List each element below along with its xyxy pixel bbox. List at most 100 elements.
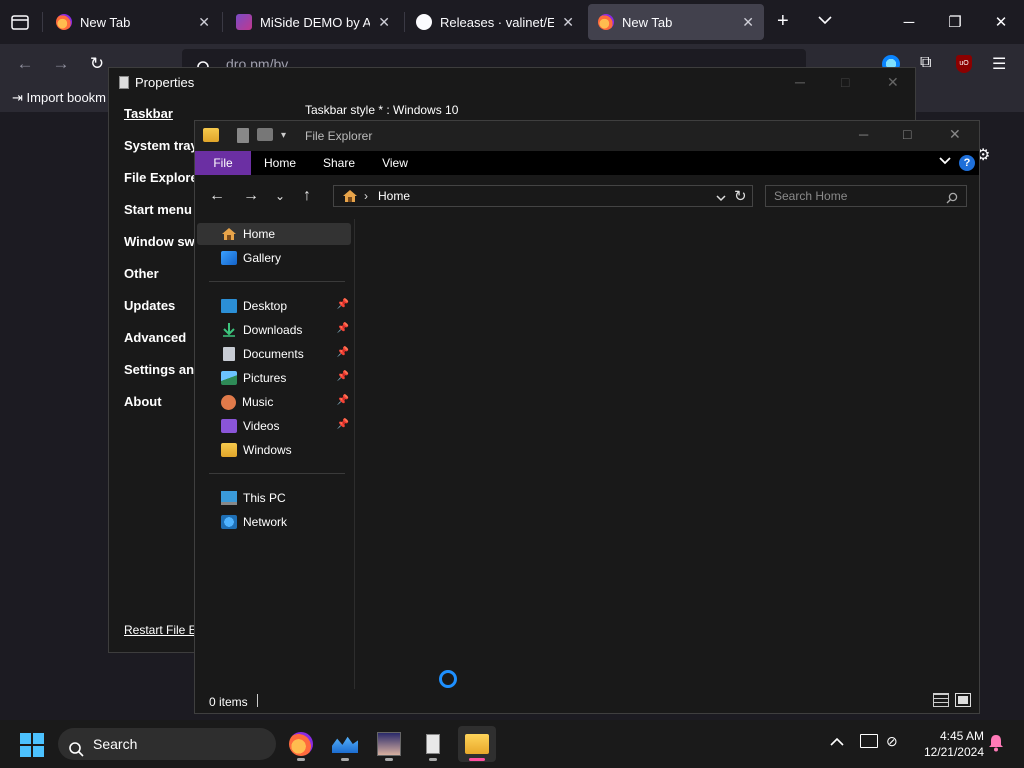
nav-other[interactable]: Other — [124, 266, 159, 281]
pin-icon[interactable]: 📌 — [337, 395, 349, 406]
pin-icon[interactable]: 📌 — [337, 347, 349, 358]
import-bookmarks-link[interactable]: ⇥ Import bookm — [12, 90, 106, 106]
nav-item-windows[interactable]: Windows — [197, 439, 351, 461]
list-all-tabs-button[interactable] — [818, 14, 832, 28]
recent-locations-icon[interactable]: ⌄ — [275, 189, 285, 203]
address-dropdown-icon[interactable] — [716, 191, 726, 205]
explorer-close-button[interactable]: ✕ — [949, 126, 961, 143]
taskbar-search-box[interactable]: Search — [58, 728, 276, 760]
close-tab-icon[interactable]: ✕ — [562, 14, 574, 31]
firefox-icon — [289, 732, 313, 756]
network-status-icon[interactable]: ⊘ — [886, 733, 898, 750]
videos-icon — [221, 419, 237, 433]
explorer-ribbon: File Home Share View ? — [195, 151, 979, 175]
nav-item-pictures[interactable]: Pictures 📌 — [197, 367, 351, 389]
back-icon[interactable]: ← — [12, 52, 38, 76]
browser-tab-4[interactable]: New Tab ✕ — [588, 4, 764, 40]
reload-icon[interactable]: ↻ — [84, 52, 110, 76]
properties-close-button[interactable]: ✕ — [887, 74, 899, 91]
system-clock[interactable]: 4:45 AM 12/21/2024 — [918, 728, 984, 760]
folder-icon — [465, 734, 489, 754]
nav-item-music[interactable]: Music 📌 — [197, 391, 351, 413]
tab-title: Releases · valinet/Explo — [440, 14, 555, 30]
address-bar[interactable]: › Home ↻ — [333, 185, 753, 207]
taskbar-app-file-explorer[interactable] — [458, 726, 496, 762]
explorer-maximize-button[interactable]: □ — [903, 126, 911, 142]
browser-tab-2[interactable]: MiSide DEMO by Aihas ✕ — [226, 4, 400, 40]
taskbar-style-setting[interactable]: Taskbar style * : Windows 10 — [305, 103, 458, 117]
pin-icon[interactable]: 📌 — [337, 419, 349, 430]
taskbar-app-firefox[interactable] — [282, 726, 320, 762]
details-view-icon[interactable] — [933, 693, 949, 707]
import-icon: ⇥ — [12, 90, 23, 105]
ribbon-tab-view[interactable]: View — [375, 151, 415, 175]
nav-item-label: Desktop — [243, 299, 288, 313]
notification-bell-icon[interactable] — [988, 734, 1004, 755]
nav-item-gallery[interactable]: Gallery — [197, 247, 351, 269]
properties-app-icon — [426, 734, 440, 754]
taskbar-app-avatar[interactable] — [370, 726, 408, 762]
nav-item-videos[interactable]: Videos 📌 — [197, 415, 351, 437]
extensions-icon[interactable]: ⧉ — [920, 54, 931, 72]
close-tab-icon[interactable]: ✕ — [198, 14, 210, 31]
help-icon[interactable]: ? — [959, 155, 975, 171]
new-folder-qat-icon[interactable] — [257, 128, 273, 141]
folder-icon — [221, 443, 237, 457]
ribbon-expand-icon[interactable] — [939, 155, 951, 169]
nav-taskbar[interactable]: Taskbar — [124, 106, 173, 121]
properties-minimize-button[interactable]: ─ — [795, 74, 805, 90]
nav-item-desktop[interactable]: Desktop 📌 — [197, 295, 351, 317]
start-button-windows-icon[interactable] — [20, 733, 44, 760]
nav-about[interactable]: About — [124, 394, 162, 409]
ribbon-tab-file[interactable]: File — [195, 151, 251, 175]
home-icon — [342, 189, 358, 206]
large-icons-view-icon[interactable] — [955, 693, 971, 707]
show-hidden-icons-icon[interactable] — [830, 736, 844, 750]
search-placeholder: Search Home — [774, 189, 848, 203]
up-icon[interactable]: ↑ — [303, 187, 311, 205]
nav-updates[interactable]: Updates — [124, 298, 175, 313]
new-tab-button[interactable]: + — [777, 10, 789, 33]
tab-list-icon[interactable] — [10, 12, 30, 32]
maximize-button[interactable]: ❐ — [932, 8, 978, 36]
nav-item-downloads[interactable]: Downloads 📌 — [197, 319, 351, 341]
restart-file-explorer-link[interactable]: Restart File Ex — [124, 623, 203, 637]
explorer-minimize-button[interactable]: ─ — [859, 127, 868, 142]
nav-settings[interactable]: Settings and — [124, 362, 202, 377]
nav-system-tray[interactable]: System tray — [124, 138, 198, 153]
file-explorer-window: ▾ File Explorer ─ □ ✕ File Home Share Vi… — [194, 120, 980, 714]
qat-dropdown-icon[interactable]: ▾ — [281, 130, 286, 146]
nav-advanced[interactable]: Advanced — [124, 330, 186, 345]
forward-icon[interactable]: → — [48, 52, 74, 76]
browser-tab-1[interactable]: New Tab ✕ — [46, 4, 220, 40]
close-button[interactable]: ✕ — [978, 8, 1024, 36]
taskbar-app-properties[interactable] — [414, 726, 452, 762]
close-tab-icon[interactable]: ✕ — [378, 14, 390, 31]
ublock-icon[interactable]: uO — [956, 55, 972, 73]
pin-icon[interactable]: 📌 — [337, 371, 349, 382]
nav-item-network[interactable]: Network — [197, 511, 351, 533]
close-tab-icon[interactable]: ✕ — [742, 14, 754, 31]
nav-item-home[interactable]: Home — [197, 223, 351, 245]
minimize-button[interactable]: ─ — [886, 8, 932, 36]
ribbon-tab-share[interactable]: Share — [315, 151, 363, 175]
ribbon-tab-home[interactable]: Home — [257, 151, 303, 175]
menu-icon[interactable]: ☰ — [992, 54, 1006, 74]
nav-file-explorer[interactable]: File Explorer — [124, 170, 203, 185]
nav-item-this-pc[interactable]: This PC — [197, 487, 351, 509]
explorer-address-row: ← → ⌄ ↑ › Home ↻ Search Home — [195, 175, 979, 219]
pin-icon[interactable]: 📌 — [337, 323, 349, 334]
forward-icon[interactable]: → — [243, 187, 259, 205]
taskbar-app-monitor[interactable] — [326, 726, 364, 762]
refresh-icon[interactable]: ↻ — [734, 187, 747, 205]
back-icon[interactable]: ← — [209, 187, 225, 205]
nav-item-documents[interactable]: Documents 📌 — [197, 343, 351, 365]
properties-maximize-button[interactable]: □ — [841, 74, 849, 90]
browser-tab-3[interactable]: Releases · valinet/Explo ✕ — [406, 4, 584, 40]
nav-start-menu[interactable]: Start menu — [124, 202, 192, 217]
loading-spinner-icon — [439, 670, 457, 688]
search-input[interactable]: Search Home — [765, 185, 967, 207]
display-icon[interactable] — [860, 734, 878, 748]
properties-qat-icon[interactable] — [237, 128, 249, 143]
pin-icon[interactable]: 📌 — [337, 299, 349, 310]
